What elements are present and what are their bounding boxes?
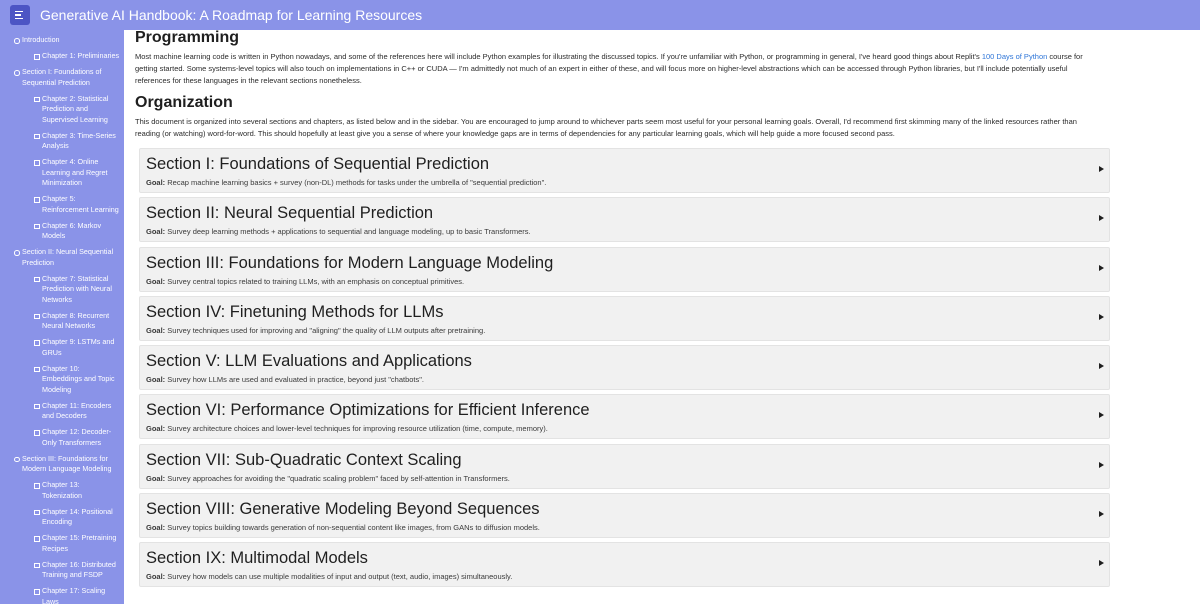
section-goal: Goal: Recap machine learning basics + su… xyxy=(146,178,546,188)
sidebar-chapter-link[interactable]: Chapter 14: Positional Encoding xyxy=(0,507,124,528)
section-card[interactable]: Section VIII: Generative Modeling Beyond… xyxy=(139,493,1110,539)
page-title: Generative AI Handbook: A Roadmap for Le… xyxy=(40,7,423,23)
disclosure-triangle-icon[interactable] xyxy=(1099,511,1104,518)
disclosure-triangle-icon[interactable] xyxy=(1099,461,1104,468)
goal-label: Goal: xyxy=(146,178,166,187)
section-card[interactable]: Section IV: Finetuning Methods for LLMs G… xyxy=(139,295,1110,341)
organization-heading: Organization xyxy=(135,94,233,111)
goal-text: Survey deep learning methods + applicati… xyxy=(167,227,531,237)
disclosure-triangle-icon[interactable] xyxy=(1099,166,1104,172)
sidebar-chapter-link[interactable]: Chapter 2: Statistical Prediction and Su… xyxy=(0,94,124,126)
sidebar-chapter-link[interactable]: Chapter 10: Embeddings and Topic Modelin… xyxy=(0,364,124,396)
goal-text: Survey how LLMs are used and evaluated i… xyxy=(167,375,424,385)
menu-line-icon xyxy=(15,10,23,13)
sidebar-chapter-link[interactable]: Chapter 17: Scaling Laws xyxy=(0,586,124,604)
section-goal: Goal: Survey approaches for avoiding the… xyxy=(146,474,510,484)
menu-line-icon xyxy=(15,17,23,20)
goal-label: Goal: xyxy=(146,473,166,483)
section-goal: Goal: Survey deep learning methods + app… xyxy=(146,227,531,237)
menu-line-icon xyxy=(15,14,21,16)
section-title: Section IX: Multimodal Models xyxy=(146,549,368,568)
main-content: Programming Most machine learning code i… xyxy=(124,30,1200,604)
section-card[interactable]: Section II: Neural Sequential Prediction… xyxy=(139,197,1110,243)
section-card[interactable]: Section III: Foundations for Modern Lang… xyxy=(139,246,1110,292)
sidebar-chapter-link[interactable]: Chapter 11: Encoders and Decoders xyxy=(0,401,124,422)
disclosure-triangle-icon[interactable] xyxy=(1099,412,1104,419)
sidebar-chapter-link[interactable]: Chapter 15: Pretraining Recipes xyxy=(0,533,124,554)
section-title: Section IV: Finetuning Methods for LLMs xyxy=(146,302,444,321)
section-goal: Goal: Survey how LLMs are used and evalu… xyxy=(146,375,424,385)
goal-label: Goal: xyxy=(146,424,166,434)
goal-text: Survey architecture choices and lower-le… xyxy=(167,424,548,434)
section-goal: Goal: Survey central topics related to t… xyxy=(146,277,464,287)
organization-paragraph: This document is organized into several … xyxy=(135,117,1077,138)
goal-label: Goal: xyxy=(146,325,166,335)
goal-label: Goal: xyxy=(146,276,166,286)
sidebar-chapter-link[interactable]: Chapter 4: Online Learning and Regret Mi… xyxy=(0,157,124,189)
programming-paragraph: Most machine learning code is written in… xyxy=(135,51,1103,87)
sidebar-chapter-link[interactable]: Chapter 13: Tokenization xyxy=(0,480,124,501)
goal-text: Survey how models can use multiple modal… xyxy=(167,572,513,582)
sidebar-section-link[interactable]: Section II: Neural Sequential Prediction xyxy=(0,247,124,268)
goal-text: Survey techniques used for improving and… xyxy=(167,325,486,335)
section-title: Section I: Foundations of Sequential Pre… xyxy=(146,155,490,173)
goal-label: Goal: xyxy=(146,523,166,533)
section-card[interactable]: Section VII: Sub-Quadratic Context Scali… xyxy=(139,443,1110,489)
programming-heading: Programming xyxy=(135,30,240,46)
section-card[interactable]: Section I: Foundations of Sequential Pre… xyxy=(139,148,1110,193)
sidebar-chapter-link[interactable]: Chapter 9: LSTMs and GRUs xyxy=(0,337,124,358)
goal-label: Goal: xyxy=(146,227,166,237)
disclosure-triangle-icon[interactable] xyxy=(1099,560,1104,567)
disclosure-triangle-icon[interactable] xyxy=(1099,363,1104,370)
sidebar-chapter-link[interactable]: Chapter 8: Recurrent Neural Networks xyxy=(0,311,124,332)
section-list: Section I: Foundations of Sequential Pre… xyxy=(139,148,1110,592)
section-goal: Goal: Survey architecture choices and lo… xyxy=(146,424,548,434)
programming-text-before: Most machine learning code is written in… xyxy=(135,52,982,61)
top-bar: Generative AI Handbook: A Roadmap for Le… xyxy=(0,0,1200,30)
sidebar-chapter-link[interactable]: Chapter 16: Distributed Training and FSD… xyxy=(0,560,124,581)
sidebar-nav: Introduction Chapter 1: Preliminaries Sect… xyxy=(0,30,124,604)
disclosure-triangle-icon[interactable] xyxy=(1099,264,1104,271)
menu-toggle-button[interactable] xyxy=(10,5,30,25)
section-title: Section VII: Sub-Quadratic Context Scali… xyxy=(146,450,462,469)
goal-text: Survey central topics related to trainin… xyxy=(167,276,465,286)
sidebar-chapter-link[interactable]: Chapter 1: Preliminaries xyxy=(0,51,124,62)
goal-label: Goal: xyxy=(146,375,166,385)
sidebar-section-link[interactable]: Introduction xyxy=(0,35,124,46)
section-title: Section VIII: Generative Modeling Beyond… xyxy=(146,500,540,519)
disclosure-triangle-icon[interactable] xyxy=(1099,313,1104,320)
goal-text: Survey topics building towards generatio… xyxy=(167,523,540,533)
goal-text: Survey approaches for avoiding the "quad… xyxy=(167,473,510,483)
sidebar-chapter-link[interactable]: Chapter 12: Decoder-Only Transformers xyxy=(0,427,124,448)
goal-text: Recap machine learning basics + survey (… xyxy=(167,178,547,187)
section-goal: Goal: Survey how models can use multiple… xyxy=(146,572,512,582)
section-goal: Goal: Survey topics building towards gen… xyxy=(146,523,540,533)
100-days-of-python-link[interactable]: 100 Days of Python xyxy=(982,52,1047,61)
section-card[interactable]: Section VI: Performance Optimizations fo… xyxy=(139,394,1110,440)
section-title: Section V: LLM Evaluations and Applicati… xyxy=(146,352,472,371)
goal-label: Goal: xyxy=(146,572,166,582)
section-goal: Goal: Survey techniques used for improvi… xyxy=(146,326,485,336)
section-card[interactable]: Section IX: Multimodal Models Goal: Surve… xyxy=(139,542,1110,588)
section-title: Section III: Foundations for Modern Lang… xyxy=(146,253,554,272)
sidebar-section-link[interactable]: Section I: Foundations of Sequential Pre… xyxy=(0,67,124,88)
sidebar-section-link[interactable]: Section III: Foundations for Modern Lang… xyxy=(0,454,124,475)
sidebar-chapter-link[interactable]: Chapter 6: Markov Models xyxy=(0,221,124,242)
section-title: Section VI: Performance Optimizations fo… xyxy=(146,401,590,420)
sidebar-chapter-link[interactable]: Chapter 3: Time-Series Analysis xyxy=(0,131,124,152)
section-title: Section II: Neural Sequential Prediction xyxy=(146,204,434,223)
sidebar-chapter-link[interactable]: Chapter 7: Statistical Prediction with N… xyxy=(0,274,124,306)
disclosure-triangle-icon[interactable] xyxy=(1099,215,1104,222)
section-card[interactable]: Section V: LLM Evaluations and Applicati… xyxy=(139,345,1110,391)
sidebar-chapter-link[interactable]: Chapter 5: Reinforcement Learning xyxy=(0,194,124,215)
